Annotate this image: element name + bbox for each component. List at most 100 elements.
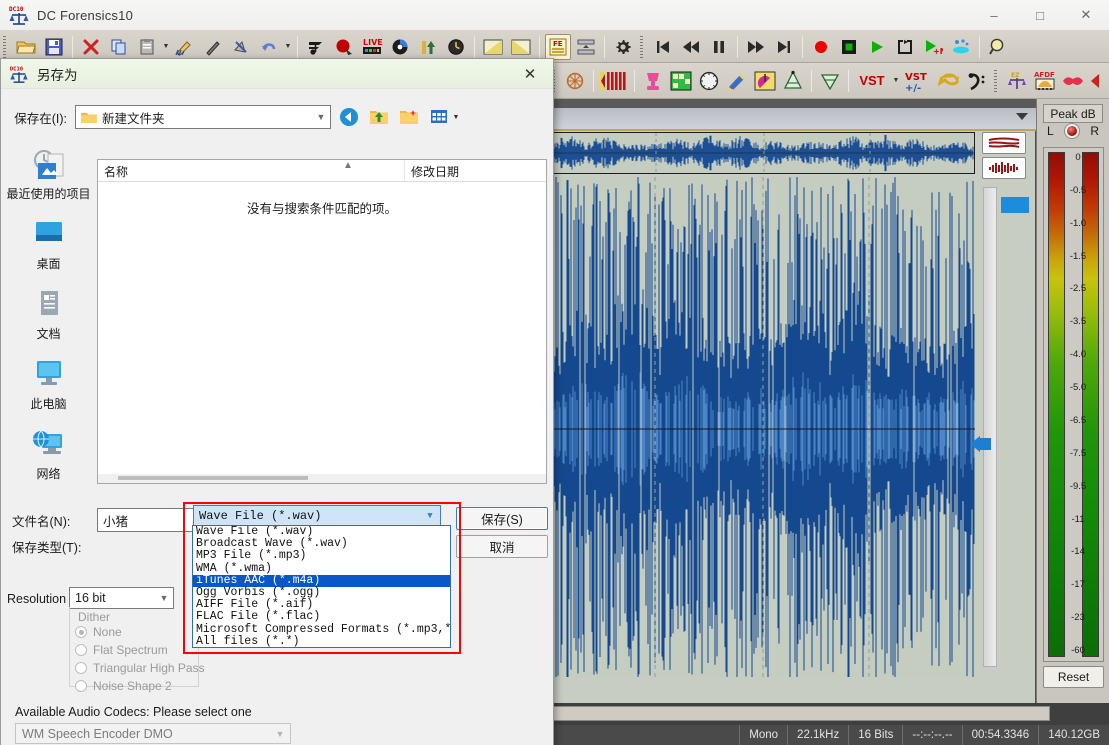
maximize-button[interactable]: □	[1017, 0, 1063, 31]
place-network[interactable]: 网络	[1, 429, 96, 497]
declick-button[interactable]	[752, 68, 778, 94]
up-folder-button[interactable]	[367, 105, 391, 129]
level-up-button[interactable]	[415, 34, 441, 60]
file-list-scrollbar[interactable]	[98, 474, 546, 483]
save-button[interactable]: 保存(S)	[456, 507, 548, 530]
afdf-button[interactable]: AFDF	[1032, 68, 1058, 94]
column-header-date[interactable]: 修改日期	[405, 160, 546, 181]
normalize-button[interactable]	[573, 34, 599, 60]
grip-handle[interactable]	[2, 36, 9, 58]
place-recent-items[interactable]: 最近使用的项目	[1, 149, 96, 217]
selection-marker-body[interactable]	[979, 438, 991, 450]
view-mode-dropdown[interactable]: ▼	[451, 104, 461, 130]
spectrum-bars-button[interactable]	[599, 68, 629, 94]
filter-cone-button[interactable]	[780, 68, 806, 94]
live-button[interactable]: LIVE	[359, 34, 385, 60]
grip-handle[interactable]	[639, 36, 646, 58]
record-ball-button[interactable]	[331, 34, 357, 60]
brush-button[interactable]	[724, 68, 750, 94]
copy-button[interactable]	[106, 34, 132, 60]
grip-handle[interactable]	[993, 70, 1000, 92]
open-file-button[interactable]	[13, 34, 39, 60]
dial-button[interactable]	[696, 68, 722, 94]
dither-option-triangular-high-pass[interactable]: Triangular High Pass	[75, 661, 205, 675]
equalizer-grid-button[interactable]	[668, 68, 694, 94]
music-notes-button[interactable]	[303, 34, 329, 60]
close-button[interactable]: ✕	[1063, 0, 1109, 31]
cd-burn-button[interactable]	[387, 34, 413, 60]
resolution-combo[interactable]: 16 bit ▼	[69, 587, 174, 609]
magnifier-button[interactable]	[985, 34, 1011, 60]
go-to-end-button[interactable]	[771, 34, 797, 60]
red-left-arrow-button[interactable]	[1088, 68, 1102, 94]
vst-button[interactable]: VST	[854, 68, 890, 94]
fast-edit-button[interactable]: FE	[545, 34, 571, 60]
chevron-down-icon[interactable]: ▼	[283, 34, 293, 60]
undo-button[interactable]	[256, 34, 282, 60]
forensics-tool-button[interactable]	[562, 68, 588, 94]
dialog-close-button[interactable]: ✕	[507, 59, 553, 89]
go-to-start-button[interactable]	[650, 34, 676, 60]
dither-option-none[interactable]: None	[75, 625, 122, 639]
filetype-dropdown-list[interactable]: Wave File (*.wav)Broadcast Wave (*.wav)M…	[192, 525, 451, 648]
reset-button[interactable]: Reset	[1043, 666, 1104, 688]
draw-pencil-button[interactable]	[200, 34, 226, 60]
settings-gear-button[interactable]	[610, 34, 636, 60]
chevron-down-icon[interactable]: ▼	[161, 34, 171, 60]
place-desktop[interactable]: 桌面	[1, 219, 96, 287]
cancel-button[interactable]: 取消	[456, 535, 548, 558]
spectral-view-button[interactable]	[982, 157, 1026, 179]
noise-gate-button[interactable]	[817, 68, 843, 94]
chevron-down-icon[interactable]	[1016, 113, 1028, 120]
filetype-option[interactable]: WMA (*.wma)	[193, 563, 450, 575]
save-file-button[interactable]	[41, 34, 67, 60]
main-waveform[interactable]	[551, 177, 975, 677]
back-button[interactable]	[337, 105, 361, 129]
record-button[interactable]	[808, 34, 834, 60]
lips-button[interactable]	[1060, 68, 1086, 94]
column-header-name[interactable]: 名称	[98, 160, 405, 181]
place-documents[interactable]: 文档	[1, 289, 96, 357]
view-mode-button[interactable]	[427, 105, 451, 129]
blender-button[interactable]	[640, 68, 666, 94]
codecs-combo[interactable]: WM Speech Encoder DMO ▼	[15, 723, 291, 744]
fade-out-button[interactable]	[508, 34, 534, 60]
place-this-pc[interactable]: 此电脑	[1, 359, 96, 427]
waveform-overview[interactable]	[551, 132, 975, 174]
chevron-down-icon[interactable]: ▼	[312, 112, 330, 122]
filetype-option[interactable]: Microsoft Compressed Formats (*.mp3,*.wa…	[193, 624, 450, 636]
minimize-button[interactable]: –	[971, 0, 1017, 31]
filetype-option[interactable]: FLAC File (*.flac)	[193, 611, 450, 623]
chevron-down-icon[interactable]: ▼	[891, 68, 901, 94]
chevron-down-icon[interactable]: ▼	[155, 593, 173, 603]
play-new-button[interactable]: +N	[920, 34, 946, 60]
dither-option-flat-spectrum[interactable]: Flat Spectrum	[75, 643, 168, 657]
fast-forward-button[interactable]	[743, 34, 769, 60]
save-in-combo[interactable]: 新建文件夹 ▼	[75, 105, 331, 129]
play-button[interactable]	[864, 34, 890, 60]
pause-button[interactable]	[706, 34, 732, 60]
new-folder-button[interactable]	[397, 105, 421, 129]
mix-paste-button[interactable]	[172, 34, 198, 60]
volume-slider-thumb[interactable]	[1001, 197, 1029, 213]
mute-button[interactable]	[228, 34, 254, 60]
clock-button[interactable]	[443, 34, 469, 60]
stop-button[interactable]	[836, 34, 862, 60]
filetype-option[interactable]: MP3 File (*.mp3)	[193, 550, 450, 562]
filetype-combo[interactable]: Wave File (*.wav) ▼	[193, 505, 441, 526]
paste-button[interactable]	[134, 34, 160, 60]
wave-view-button[interactable]	[982, 132, 1026, 154]
ez-scales-button[interactable]: EZ	[1004, 68, 1030, 94]
filetype-option[interactable]: All files (*.*)	[193, 636, 450, 648]
fade-in-button[interactable]	[480, 34, 506, 60]
volume-slider-track[interactable]	[983, 187, 997, 667]
dither-option-noise-shape-2[interactable]: Noise Shape 2	[75, 679, 172, 693]
clip-indicator-icon[interactable]	[1065, 124, 1079, 138]
bass-clef-button[interactable]	[964, 68, 990, 94]
chevron-down-icon[interactable]: ▼	[270, 729, 290, 739]
rewind-button[interactable]	[678, 34, 704, 60]
file-list[interactable]: 名称 修改日期 ▲ 没有与搜索条件匹配的项。	[97, 159, 547, 484]
swap-arrows-button[interactable]	[936, 68, 962, 94]
play-loop-button[interactable]	[892, 34, 918, 60]
vst-add-remove-button[interactable]: VST+/-	[902, 68, 934, 94]
